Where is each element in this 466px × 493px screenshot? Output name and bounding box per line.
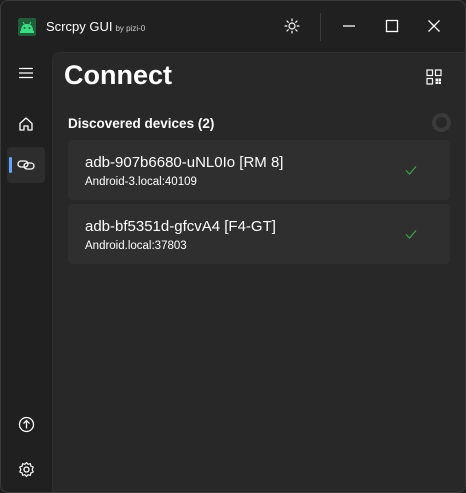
theme-toggle-button[interactable] xyxy=(269,1,315,51)
nav-item-update[interactable] xyxy=(7,406,45,442)
qr-pair-button[interactable] xyxy=(423,66,445,88)
app-title: Scrcpy GUI by pizi-0 xyxy=(46,19,145,34)
nav-item-connect[interactable] xyxy=(7,147,45,183)
app-window: Scrcpy GUI by pizi-0 Connect Discovered … xyxy=(0,0,466,493)
theme-toggle-icon xyxy=(284,18,300,34)
device-name: adb-bf5351d-gfcvA4 [F4-GT] xyxy=(85,218,276,235)
page-title: Connect xyxy=(64,60,172,90)
arrow-up-circle-icon xyxy=(18,416,34,432)
app-subtitle: by pizi-0 xyxy=(115,24,146,33)
nav-item-home[interactable] xyxy=(7,106,45,142)
checkmark-icon xyxy=(405,166,417,175)
close-button[interactable] xyxy=(411,1,457,51)
app-title-text: Scrcpy GUI xyxy=(46,19,113,34)
minimize-icon xyxy=(343,25,355,27)
hamburger-menu-icon xyxy=(19,67,33,79)
link-icon xyxy=(17,160,35,170)
device-card[interactable]: adb-bf5351d-gfcvA4 [F4-GT] Android.local… xyxy=(68,204,450,264)
maximize-icon xyxy=(385,19,399,33)
android-app-icon xyxy=(18,18,36,36)
grid-icon xyxy=(426,69,442,85)
checkmark-icon xyxy=(405,230,417,239)
device-address: Android-3.local:40109 xyxy=(85,176,197,188)
loading-spinner xyxy=(432,113,451,132)
gear-icon xyxy=(18,461,34,477)
close-icon xyxy=(428,20,440,32)
minimize-button[interactable] xyxy=(326,1,372,51)
discovered-devices-heading: Discovered devices (2) xyxy=(68,116,215,131)
device-address: Android.local:37803 xyxy=(85,240,187,252)
menu-button[interactable] xyxy=(7,55,45,91)
main-content: Connect Discovered devices (2) adb-907b6… xyxy=(52,52,465,492)
device-card[interactable]: adb-907b6680-uNL0Io [RM 8] Android-3.loc… xyxy=(68,140,450,200)
home-icon xyxy=(19,117,33,131)
device-name: adb-907b6680-uNL0Io [RM 8] xyxy=(85,154,284,171)
nav-item-settings[interactable] xyxy=(7,451,45,487)
active-nav-indicator xyxy=(9,157,12,173)
titlebar-divider xyxy=(320,13,321,41)
title-bar[interactable]: Scrcpy GUI by pizi-0 xyxy=(1,1,465,51)
maximize-button[interactable] xyxy=(369,1,415,51)
